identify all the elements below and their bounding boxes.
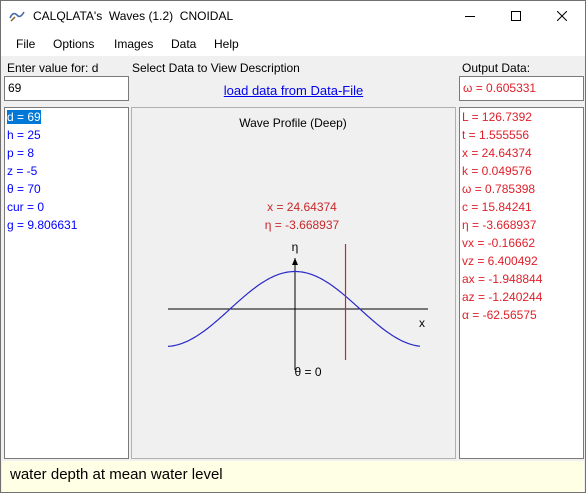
window-title: CALQLATA's Waves (1.2) CNOIDAL [33, 9, 234, 23]
close-button[interactable] [539, 1, 585, 31]
list-item: α = -62.56575 [462, 308, 537, 322]
parameter-list[interactable]: d = 69 h = 25 p = 8 z = -5 θ = 70 cur = … [4, 107, 129, 459]
maximize-icon [511, 11, 521, 21]
list-item[interactable]: z = -5 [5, 162, 128, 180]
list-item: ax = -1.948844 [462, 272, 543, 286]
list-item: t = 1.555556 [462, 128, 530, 142]
input-label: Enter value for: d [7, 61, 99, 75]
menu-bar: File Options Images Data Help [1, 31, 585, 56]
load-data-link[interactable]: load data from Data-File [131, 83, 456, 98]
list-item: vx = -0.16662 [462, 236, 536, 250]
menu-images[interactable]: Images [114, 37, 153, 51]
wave-profile-panel: Wave Profile (Deep) x = 24.64374 η = -3.… [131, 107, 456, 459]
output-label: Output Data: [462, 61, 531, 75]
list-item: k = 0.049576 [462, 164, 532, 178]
x-axis-label: x [419, 316, 425, 330]
output-value: ω = 0.605331 [459, 76, 584, 101]
list-item[interactable]: d = 69 [5, 108, 128, 126]
list-item: vz = 6.400492 [462, 254, 538, 268]
output-list[interactable]: L = 126.7392 t = 1.555556 x = 24.64374 k… [459, 107, 584, 459]
minimize-icon [465, 16, 475, 17]
select-data-label: Select Data to View Description [132, 61, 300, 75]
eta-readout: η = -3.668937 [265, 218, 340, 232]
menu-data[interactable]: Data [171, 37, 196, 51]
list-item: x = 24.64374 [462, 146, 532, 160]
y-axis-arrow [292, 258, 298, 265]
list-item: c = 15.84241 [462, 200, 532, 214]
list-item: L = 126.7392 [462, 110, 532, 124]
list-item[interactable]: cur = 0 [5, 198, 128, 216]
x-readout: x = 24.64374 [267, 200, 337, 214]
chart-title: Wave Profile (Deep) [239, 116, 347, 130]
list-item[interactable]: θ = 70 [5, 180, 128, 198]
list-item: η = -3.668937 [462, 218, 537, 232]
menu-file[interactable]: File [16, 37, 35, 51]
list-item[interactable]: h = 25 [5, 126, 128, 144]
maximize-button[interactable] [493, 1, 539, 31]
close-icon [557, 11, 567, 21]
status-bar: water depth at mean water level [2, 461, 584, 492]
list-item[interactable]: p = 8 [5, 144, 128, 162]
app-window: CALQLATA's Waves (1.2) CNOIDAL File Opti… [0, 0, 586, 493]
wave-chart: Wave Profile (Deep) x = 24.64374 η = -3.… [167, 116, 428, 379]
theta-label: θ = 0 [294, 365, 321, 379]
y-axis-label: η [292, 240, 299, 254]
list-item: az = -1.240244 [462, 290, 543, 304]
list-item: ω = 0.785398 [462, 182, 536, 196]
app-icon [9, 11, 25, 22]
list-item[interactable]: g = 9.806631 [5, 216, 128, 234]
value-input[interactable]: 69 [4, 76, 129, 101]
menu-help[interactable]: Help [214, 37, 239, 51]
menu-options[interactable]: Options [53, 37, 94, 51]
minimize-button[interactable] [447, 1, 493, 31]
title-bar[interactable]: CALQLATA's Waves (1.2) CNOIDAL [1, 1, 585, 31]
